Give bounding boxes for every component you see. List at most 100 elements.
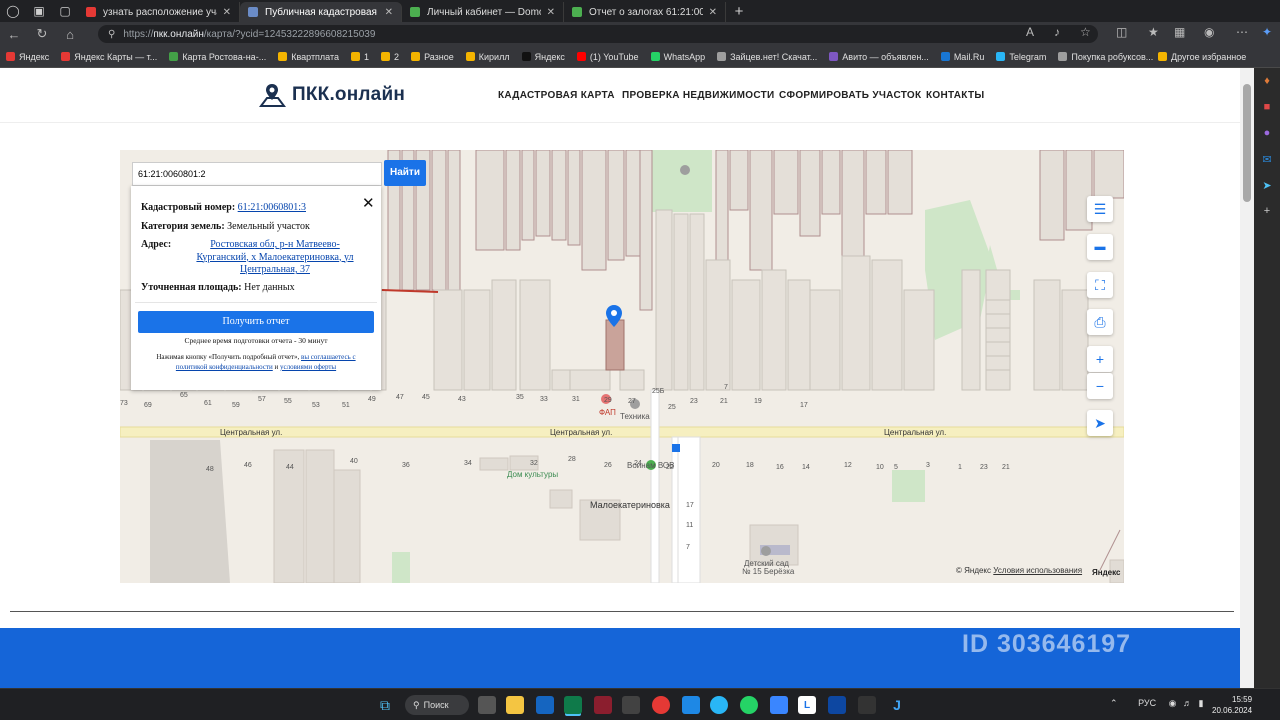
collections-icon[interactable]: ▦ — [1174, 25, 1185, 39]
whatsapp-icon[interactable] — [740, 696, 758, 714]
ruler-button[interactable]: ▬ — [1087, 234, 1113, 260]
monument-icon[interactable] — [680, 165, 690, 175]
bookmark-item[interactable]: Зайцев.нет! Скачат... — [717, 52, 817, 62]
nav-contacts[interactable]: КОНТАКТЫ — [926, 90, 984, 101]
browser-tab[interactable]: Отчет о залогах 61:21:0060801 ✕ — [564, 2, 726, 22]
bookmark-item[interactable]: Кирилл — [465, 52, 510, 62]
app-icon-store[interactable] — [770, 696, 788, 714]
profile-icon[interactable]: ◯ — [0, 0, 26, 22]
new-tab-button[interactable]: + — [726, 0, 752, 22]
bookmark-item[interactable]: 2 — [381, 52, 399, 62]
cadastral-search-input[interactable]: 61:21:0060801:2 — [132, 162, 382, 186]
app-icon-l[interactable]: L — [798, 696, 816, 714]
privacy-policy-link[interactable]: политикой конфиденциальности — [176, 363, 273, 371]
start-icon[interactable]: ⧉ — [376, 696, 394, 714]
site-logo[interactable]: ПКК.онлайн — [258, 82, 405, 108]
explorer-icon[interactable] — [506, 696, 524, 714]
browser-tab[interactable]: Публичная кадастровая карта ✕ — [240, 2, 402, 22]
translate-icon[interactable]: A — [1026, 25, 1034, 39]
bookmark-item[interactable]: 1 — [351, 52, 369, 62]
bookmark-item[interactable]: Покупка робуксов... — [1058, 52, 1153, 62]
bookmark-item[interactable]: Яндекс — [6, 52, 49, 62]
taskbar-search[interactable]: ⚲ Поиск — [405, 695, 469, 715]
cad-number-link[interactable]: 61:21:0060801:3 — [238, 202, 306, 213]
volume-icon[interactable]: ♬ — [1183, 698, 1192, 708]
kindergarten-icon[interactable] — [761, 546, 771, 556]
favorite-star-icon[interactable]: ☆ — [1080, 25, 1091, 39]
app-icon-photo[interactable] — [828, 696, 846, 714]
bookmark-item[interactable]: Mail.Ru — [940, 52, 984, 62]
favorites-icon[interactable]: ★ — [1148, 25, 1159, 39]
taskbar-clock[interactable]: 15:59 20.06.2024 — [1212, 694, 1252, 716]
reload-icon[interactable]: ↻ — [28, 26, 56, 42]
sidebar-telegram-icon[interactable]: ➤ — [1254, 172, 1280, 198]
geolocation-button[interactable]: ➤ — [1087, 410, 1113, 436]
bookmark-item[interactable]: Авито — объявлен... — [829, 52, 929, 62]
layers-button[interactable]: ☰ — [1087, 196, 1113, 222]
terms-link[interactable]: Условия использования — [993, 566, 1082, 575]
address-line-1[interactable]: Ростовская обл, р-н Матвеево- — [210, 239, 340, 250]
get-report-button[interactable]: Получить отчет — [138, 311, 374, 333]
close-icon[interactable]: ✕ — [362, 194, 375, 212]
nav-property-check[interactable]: ПРОВЕРКА НЕДВИЖИМОСТИ — [622, 90, 775, 101]
app-icon-game[interactable] — [858, 696, 876, 714]
sidebar-tools-icon[interactable]: ■ — [1254, 94, 1280, 120]
bookmark-item[interactable]: Telegram — [996, 52, 1046, 62]
tab-close-icon[interactable]: ✕ — [709, 7, 717, 18]
sidebar-games-icon[interactable]: ● — [1254, 120, 1280, 146]
bookmark-item[interactable]: Квартплата — [278, 52, 339, 62]
copilot-icon[interactable]: ✦ — [1262, 25, 1272, 39]
nav-form-plot[interactable]: СФОРМИРОВАТЬ УЧАСТОК — [779, 90, 921, 101]
sidebar-shopping-icon[interactable]: ♦ — [1254, 68, 1280, 94]
other-bookmarks-folder[interactable]: Другое избранное — [1158, 52, 1246, 62]
tab-actions-icon[interactable]: ▢ — [52, 0, 78, 22]
selected-plot[interactable] — [605, 319, 625, 371]
tab-close-icon[interactable]: ✕ — [547, 7, 555, 18]
offer-terms-link[interactable]: условиями оферты — [280, 363, 336, 371]
bookmark-item[interactable]: Яндекс Карты — т... — [61, 52, 157, 62]
bookmark-item[interactable]: (1) YouTube — [576, 52, 639, 62]
page-scrollbar[interactable] — [1240, 68, 1254, 688]
sidebar-add-icon[interactable]: + — [1254, 198, 1280, 224]
workspaces-icon[interactable]: ▣ — [26, 0, 52, 22]
edge-icon[interactable] — [564, 696, 582, 714]
bookmark-item[interactable]: Карта Ростова-на-... — [169, 52, 266, 62]
system-tray[interactable]: ⌃ РУС ◉ ♬ ▮ — [1110, 698, 1203, 709]
split-screen-icon[interactable]: ◫ — [1116, 25, 1127, 39]
bookmark-item[interactable]: Разное — [411, 52, 454, 62]
bookmark-item[interactable]: Яндекс — [521, 52, 565, 62]
zoom-in-button[interactable]: + — [1087, 346, 1113, 372]
fullscreen-button[interactable]: ⛶ — [1087, 272, 1113, 298]
more-menu-icon[interactable]: ⋯ — [1236, 25, 1248, 39]
browser-tab[interactable]: Личный кабинет — Domogram ✕ — [402, 2, 564, 22]
extensions-icon[interactable]: ◉ — [1204, 25, 1214, 39]
wifi-icon[interactable]: ◉ — [1169, 698, 1177, 708]
app-icon-media[interactable] — [622, 696, 640, 714]
url-input[interactable]: ⚲ https://пкк.онлайн/карта/?ycid=1245322… — [98, 25, 1098, 43]
sidebar-outlook-icon[interactable]: ✉ — [1254, 146, 1280, 172]
telegram-icon[interactable] — [710, 696, 728, 714]
mail-icon[interactable] — [536, 696, 554, 714]
app-icon-winrar[interactable] — [594, 696, 612, 714]
address-line-2[interactable]: Курганский, х Малоекатериновка, ул — [196, 252, 353, 263]
task-view-icon[interactable] — [478, 696, 496, 714]
address-line-3[interactable]: Центральная, 37 — [240, 264, 310, 275]
home-icon[interactable]: ⌂ — [56, 27, 84, 42]
app-icon-j[interactable]: J — [888, 696, 906, 714]
print-button[interactable]: ⎙ — [1087, 309, 1113, 335]
language-indicator[interactable]: РУС — [1138, 698, 1156, 708]
cadastral-map[interactable]: Центральная ул. Центральная ул. Централь… — [120, 150, 1124, 583]
read-aloud-icon[interactable]: ♪ — [1054, 25, 1060, 39]
nav-cadastral-map[interactable]: КАДАСТРОВАЯ КАРТА — [498, 90, 615, 101]
battery-icon[interactable]: ▮ — [1199, 698, 1204, 708]
app-icon-defender[interactable] — [682, 696, 700, 714]
bus-stop-icon[interactable] — [672, 444, 680, 452]
browser-tab[interactable]: узнать расположение участка ✕ — [78, 2, 240, 22]
tab-close-icon[interactable]: ✕ — [385, 7, 393, 18]
tab-close-icon[interactable]: ✕ — [223, 7, 231, 18]
bookmark-item[interactable]: WhatsApp — [650, 52, 705, 62]
back-icon[interactable]: ← — [0, 27, 28, 42]
app-icon-maps[interactable] — [652, 696, 670, 714]
agree-link[interactable]: вы соглашаетесь с — [301, 353, 356, 361]
scrollbar-thumb[interactable] — [1243, 84, 1251, 202]
